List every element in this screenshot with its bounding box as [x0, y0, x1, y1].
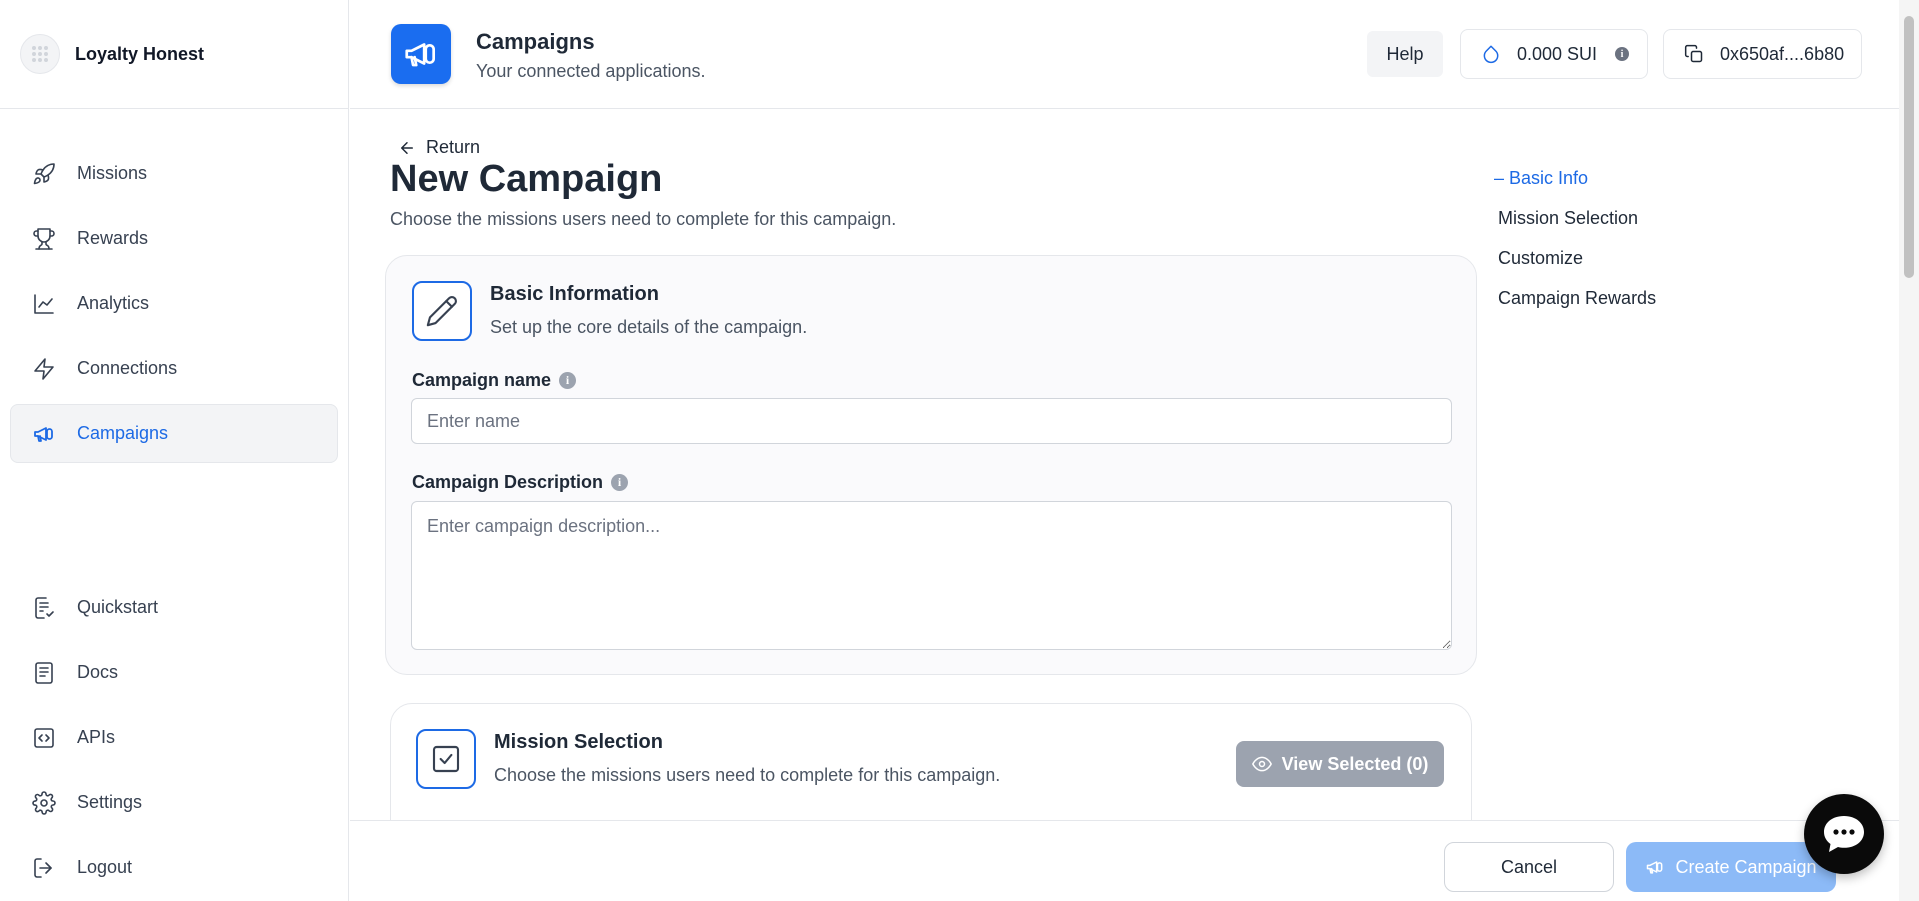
page-title: New Campaign [390, 158, 663, 200]
section-nav: – Basic Info Mission Selection Customize… [1494, 168, 1656, 328]
sidebar-item-label: Settings [77, 792, 143, 812]
trophy-icon [31, 226, 57, 252]
copy-icon [1684, 44, 1704, 64]
wallet-address: 0x650af....6b80 [1720, 43, 1845, 64]
brand: Loyalty Honest [0, 0, 348, 109]
view-selected-button[interactable]: View Selected (0) [1236, 741, 1444, 787]
brand-logo-icon [20, 34, 60, 74]
checklist-icon [31, 595, 57, 621]
sidebar-item-label: Connections [77, 358, 178, 378]
sidebar-item-label: Analytics [77, 293, 150, 313]
checkbox-icon [416, 729, 476, 789]
cancel-button[interactable]: Cancel [1444, 842, 1614, 892]
sidebar-item-label: APIs [77, 727, 116, 747]
toc-customize[interactable]: Customize [1494, 248, 1656, 288]
chart-line-icon [31, 291, 57, 317]
campaign-description-label-text: Campaign Description [412, 472, 604, 492]
basic-information-subtitle: Set up the core details of the campaign. [490, 317, 808, 337]
campaigns-header-megaphone-icon [391, 24, 451, 84]
sidebar-item-apis[interactable]: APIs [10, 708, 338, 767]
mission-selection-title: Mission Selection [494, 731, 663, 753]
create-campaign-label: Create Campaign [1675, 856, 1817, 877]
balance-value: 0.000 SUI [1517, 43, 1598, 64]
sidebar-item-settings[interactable]: Settings [10, 773, 338, 832]
sidebar-item-logout[interactable]: Logout [10, 838, 338, 897]
arrow-left-icon [398, 139, 416, 157]
create-campaign-button[interactable]: Create Campaign [1626, 842, 1836, 892]
sidebar-item-missions[interactable]: Missions [10, 144, 338, 203]
header-subtitle: Your connected applications. [476, 61, 706, 81]
chat-bubble-icon [1824, 816, 1864, 852]
toc-campaign-rewards[interactable]: Campaign Rewards [1494, 288, 1656, 328]
toc-mission-selection[interactable]: Mission Selection [1494, 208, 1656, 248]
eye-icon [1251, 754, 1272, 774]
top-header: Campaigns Your connected applications. H… [350, 0, 1899, 109]
rocket-icon [31, 161, 57, 187]
basic-information-card: Basic Information Set up the core detail… [385, 255, 1477, 675]
brand-name: Loyalty Honest [75, 43, 205, 64]
page-subtitle: Choose the missions users need to comple… [390, 209, 897, 229]
code-icon [31, 725, 57, 751]
lightning-icon [31, 356, 57, 382]
help-button[interactable]: Help [1367, 31, 1443, 77]
sidebar-item-connections[interactable]: Connections [10, 339, 338, 398]
return-label: Return [426, 137, 481, 157]
form-footer: Cancel Create Campaign [350, 820, 1899, 901]
campaign-name-label: Campaign name i [412, 370, 577, 391]
view-selected-label: View Selected (0) [1281, 753, 1429, 774]
sidebar-item-rewards[interactable]: Rewards [10, 209, 338, 268]
pencil-icon [412, 281, 472, 341]
sidebar-item-label: Missions [77, 163, 148, 183]
page-scrollbar[interactable] [1899, 0, 1919, 901]
chat-support-button[interactable] [1804, 794, 1884, 874]
droplet-icon [1481, 44, 1501, 64]
document-icon [31, 660, 57, 686]
campaign-name-input[interactable] [411, 398, 1452, 444]
sidebar-nav-secondary: Quickstart Docs APIs Settings Logout [10, 578, 338, 901]
info-icon[interactable]: i [611, 474, 629, 491]
wallet-address-copy[interactable]: 0x650af....6b80 [1663, 29, 1862, 79]
sidebar-item-docs[interactable]: Docs [10, 643, 338, 702]
sidebar-item-label: Rewards [77, 228, 149, 248]
campaign-description-textarea[interactable] [411, 501, 1452, 650]
info-icon[interactable]: i [559, 372, 577, 389]
sidebar-item-quickstart[interactable]: Quickstart [10, 578, 338, 637]
return-link[interactable]: Return [398, 137, 480, 158]
basic-information-title: Basic Information [490, 283, 659, 305]
mission-selection-subtitle: Choose the missions users need to comple… [494, 765, 1001, 785]
megaphone-icon [31, 421, 57, 447]
campaign-description-label: Campaign Description i [412, 472, 629, 493]
megaphone-icon [1645, 857, 1665, 877]
balance-display[interactable]: 0.000 SUI i [1460, 29, 1648, 79]
sidebar-item-campaigns[interactable]: Campaigns [10, 404, 338, 463]
sidebar-nav-main: Missions Rewards Analytics Connections C… [10, 144, 338, 469]
sidebar-item-label: Campaigns [77, 423, 169, 443]
sidebar-item-label: Quickstart [77, 597, 159, 617]
toc-basic-info[interactable]: – Basic Info [1494, 168, 1656, 208]
sidebar-item-label: Logout [77, 857, 133, 877]
sidebar-item-analytics[interactable]: Analytics [10, 274, 338, 333]
scrollbar-thumb[interactable] [1904, 16, 1914, 278]
balance-info-icon: i [1615, 47, 1630, 61]
gear-icon [31, 790, 57, 816]
sidebar-item-label: Docs [77, 662, 119, 682]
header-title: Campaigns [476, 29, 595, 54]
sidebar: Loyalty Honest Missions Rewards Analytic… [0, 0, 349, 901]
campaign-name-label-text: Campaign name [412, 370, 552, 390]
logout-icon [31, 855, 57, 881]
